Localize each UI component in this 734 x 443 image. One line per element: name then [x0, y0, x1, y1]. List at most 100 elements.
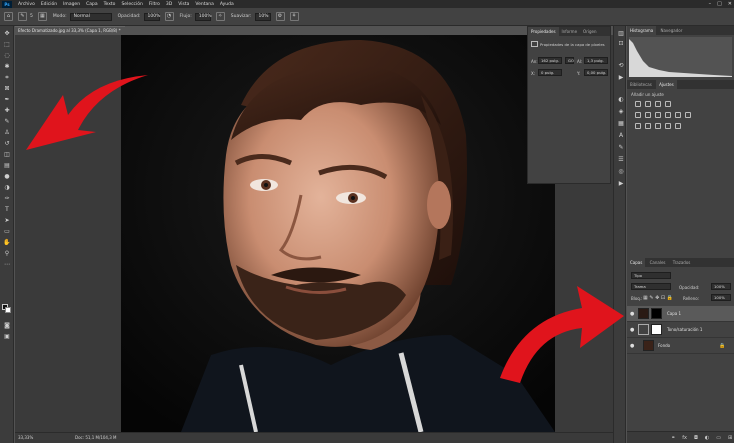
gradient-map-icon[interactable] — [665, 123, 671, 129]
histogram-panel-icon[interactable]: ▥ — [617, 30, 625, 38]
tab-ajustes[interactable]: Ajustes — [656, 80, 677, 89]
tab-informe[interactable]: Informe — [559, 27, 581, 36]
layer-row-capa-1[interactable]: ● Capa 1 — [627, 306, 734, 322]
x-field[interactable]: 0 pulg. — [538, 69, 562, 76]
minimize-button[interactable]: – — [709, 1, 712, 7]
layer-opacity-field[interactable]: 100% — [711, 283, 731, 290]
tab-trazados[interactable]: Trazados — [670, 258, 694, 267]
menu-imagen[interactable]: Imagen — [63, 2, 80, 7]
tab-histograma[interactable]: Histograma — [627, 26, 657, 35]
tab-origen[interactable]: Origen — [580, 27, 599, 36]
tab-bibliotecas[interactable]: Bibliotecas — [627, 80, 655, 89]
new-layer-icon[interactable]: ⊞ — [728, 435, 732, 441]
brush-size-value[interactable]: 5 — [30, 14, 33, 19]
layer-row-fondo[interactable]: ● Fondo 🔒 — [627, 338, 734, 354]
tab-navegador[interactable]: Navegador — [657, 26, 685, 35]
tab-capas[interactable]: Capas — [627, 258, 646, 267]
home-icon[interactable]: ⌂ — [4, 12, 13, 21]
width-field[interactable]: 162 pulg. — [538, 57, 562, 64]
hue-saturation-icon[interactable] — [645, 112, 651, 118]
black-white-icon[interactable] — [665, 112, 671, 118]
link-layers-icon[interactable]: ⚭ — [671, 435, 675, 441]
menu-ayuda[interactable]: Ayuda — [220, 2, 234, 7]
exposure-icon[interactable] — [665, 101, 671, 107]
zoom-level[interactable]: 33,33% — [18, 433, 33, 443]
new-adjustment-icon[interactable]: ◐ — [705, 435, 709, 441]
frame-tool-icon[interactable]: ⊠ — [3, 85, 11, 93]
eraser-tool-icon[interactable]: ◫ — [3, 151, 11, 159]
mode-select[interactable]: Normal — [69, 12, 112, 21]
vibrance-icon[interactable] — [635, 112, 641, 118]
layer-filter-select[interactable]: Tipo — [631, 272, 671, 279]
crop-tool-icon[interactable]: ⌗ — [3, 74, 11, 82]
hand-tool-icon[interactable]: ✋ — [3, 239, 11, 247]
character-panel-icon[interactable]: A — [617, 132, 625, 140]
color-balance-icon[interactable] — [655, 112, 661, 118]
actions-panel-icon[interactable]: ▶ — [617, 74, 625, 82]
history-panel-icon[interactable]: ⟲ — [617, 62, 625, 70]
adjustments-panel-icon[interactable]: ◐ — [617, 96, 625, 104]
menu-edicion[interactable]: Edición — [41, 2, 57, 7]
screen-mode-icon[interactable]: ▣ — [3, 333, 11, 341]
selective-color-icon[interactable] — [675, 123, 681, 129]
add-mask-icon[interactable]: ◘ — [694, 435, 698, 441]
blend-mode-select[interactable]: Trama — [631, 283, 671, 290]
styles-panel-icon[interactable]: ◈ — [617, 108, 625, 116]
type-tool-icon[interactable]: T — [3, 206, 11, 214]
smoothing-field[interactable]: 10% — [254, 12, 271, 21]
levels-icon[interactable] — [645, 101, 651, 107]
menu-seleccion[interactable]: Selección — [121, 2, 142, 7]
fill-field[interactable]: 100% — [711, 294, 731, 301]
threshold-icon[interactable] — [655, 123, 661, 129]
brightness-contrast-icon[interactable] — [635, 101, 641, 107]
height-field[interactable]: 1,3 pulg. — [584, 57, 608, 64]
smoothing-options-gear-icon[interactable]: ⚙ — [275, 12, 285, 21]
menu-3d[interactable]: 3D — [166, 2, 172, 7]
document-tab[interactable]: Efecto Dramatizado.jpg al 33,3% (Capa 1,… — [15, 26, 125, 41]
lasso-tool-icon[interactable]: ◌ — [3, 52, 11, 60]
photo-filter-icon[interactable] — [675, 112, 681, 118]
menu-vista[interactable]: Vista — [178, 2, 189, 7]
invert-icon[interactable] — [635, 123, 641, 129]
more-tools-icon[interactable]: ⋯ — [3, 261, 11, 269]
menu-capa[interactable]: Capa — [86, 2, 98, 7]
curves-icon[interactable] — [655, 101, 661, 107]
maximize-button[interactable]: □ — [717, 1, 722, 7]
clone-stamp-tool-icon[interactable]: ♙ — [3, 129, 11, 137]
tab-canales[interactable]: Canales — [647, 258, 669, 267]
posterize-icon[interactable] — [645, 123, 651, 129]
opacity-field[interactable]: 100% — [143, 12, 160, 21]
properties-panel-icon[interactable]: ☰ — [617, 156, 625, 164]
layer-style-icon[interactable]: fx — [682, 435, 687, 441]
menu-archivo[interactable]: Archivo — [18, 2, 35, 7]
cc-libraries-icon[interactable]: ◎ — [617, 168, 625, 176]
navigator-panel-icon[interactable]: ⊡ — [617, 40, 625, 48]
path-selection-tool-icon[interactable]: ➤ — [3, 217, 11, 225]
layer-row-tono-saturacion[interactable]: ● Tono/saturación 1 — [627, 322, 734, 338]
rectangle-tool-icon[interactable]: ▭ — [3, 228, 11, 236]
menu-texto[interactable]: Texto — [104, 2, 116, 7]
menu-ventana[interactable]: Ventana — [195, 2, 213, 7]
brush-settings-icon[interactable]: ▦ — [37, 12, 47, 21]
symmetry-icon[interactable]: ⚘ — [289, 12, 299, 21]
move-tool-icon[interactable]: ✥ — [3, 30, 11, 38]
channel-mixer-icon[interactable] — [685, 112, 691, 118]
brush-preset-icon[interactable]: ✎ — [18, 12, 27, 21]
close-window-button[interactable]: ✕ — [728, 1, 732, 7]
pressure-opacity-icon[interactable]: ◔ — [164, 12, 174, 21]
airbrush-icon[interactable]: ✧ — [215, 12, 225, 21]
zoom-tool-icon[interactable]: ⚲ — [3, 250, 11, 258]
y-field[interactable]: 0,00 pulg. — [584, 69, 608, 76]
play-icon[interactable]: ▶ — [617, 180, 625, 188]
menu-filtro[interactable]: Filtro — [149, 2, 160, 7]
brushes-panel-icon[interactable]: ✎ — [617, 144, 625, 152]
link-dimensions-button[interactable]: GO — [565, 57, 574, 64]
blur-tool-icon[interactable]: ● — [3, 173, 11, 181]
quick-selection-tool-icon[interactable]: ✱ — [3, 63, 11, 71]
eyedropper-tool-icon[interactable]: ✒ — [3, 96, 11, 104]
marquee-tool-icon[interactable]: ⬚ — [3, 41, 11, 49]
tab-propiedades[interactable]: Propiedades — [528, 27, 559, 36]
healing-brush-tool-icon[interactable]: ✚ — [3, 107, 11, 115]
quick-mask-icon[interactable]: ◙ — [3, 322, 11, 330]
flow-field[interactable]: 100% — [194, 12, 212, 21]
